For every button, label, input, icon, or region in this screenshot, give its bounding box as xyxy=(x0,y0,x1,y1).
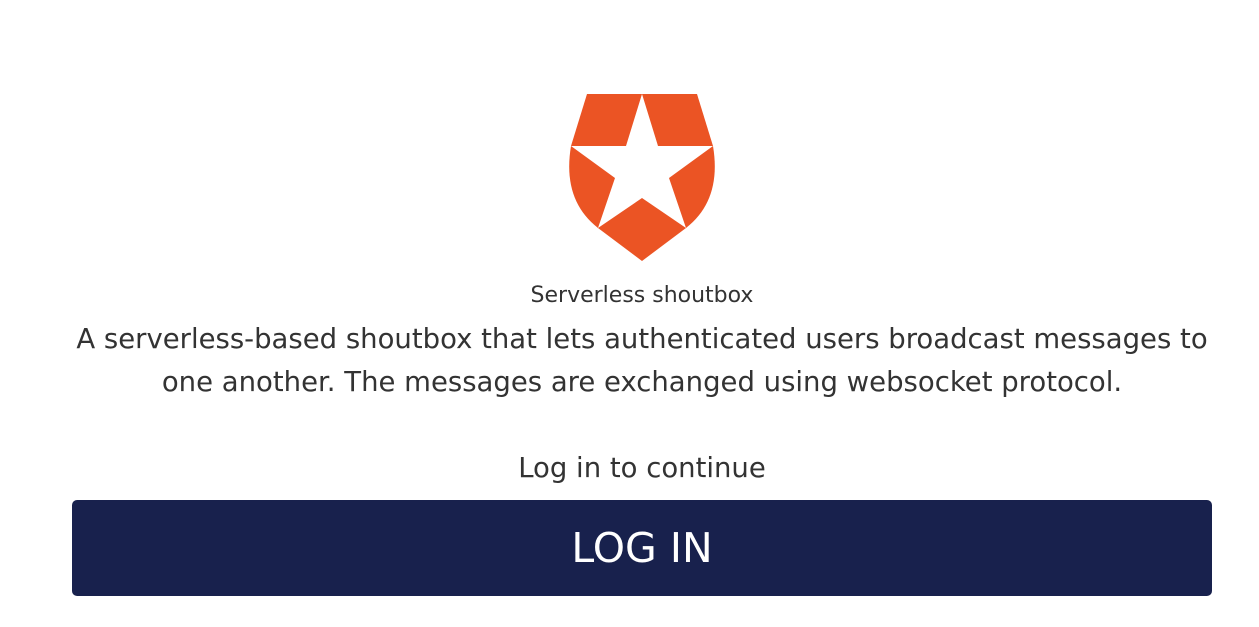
login-prompt: Log in to continue xyxy=(518,452,766,484)
auth0-shield-star-icon xyxy=(569,94,715,261)
app-title: Serverless shoutbox xyxy=(530,283,754,308)
app-description: A serverless-based shoutbox that lets au… xyxy=(76,323,1208,398)
login-button[interactable]: LOG IN xyxy=(72,500,1212,596)
